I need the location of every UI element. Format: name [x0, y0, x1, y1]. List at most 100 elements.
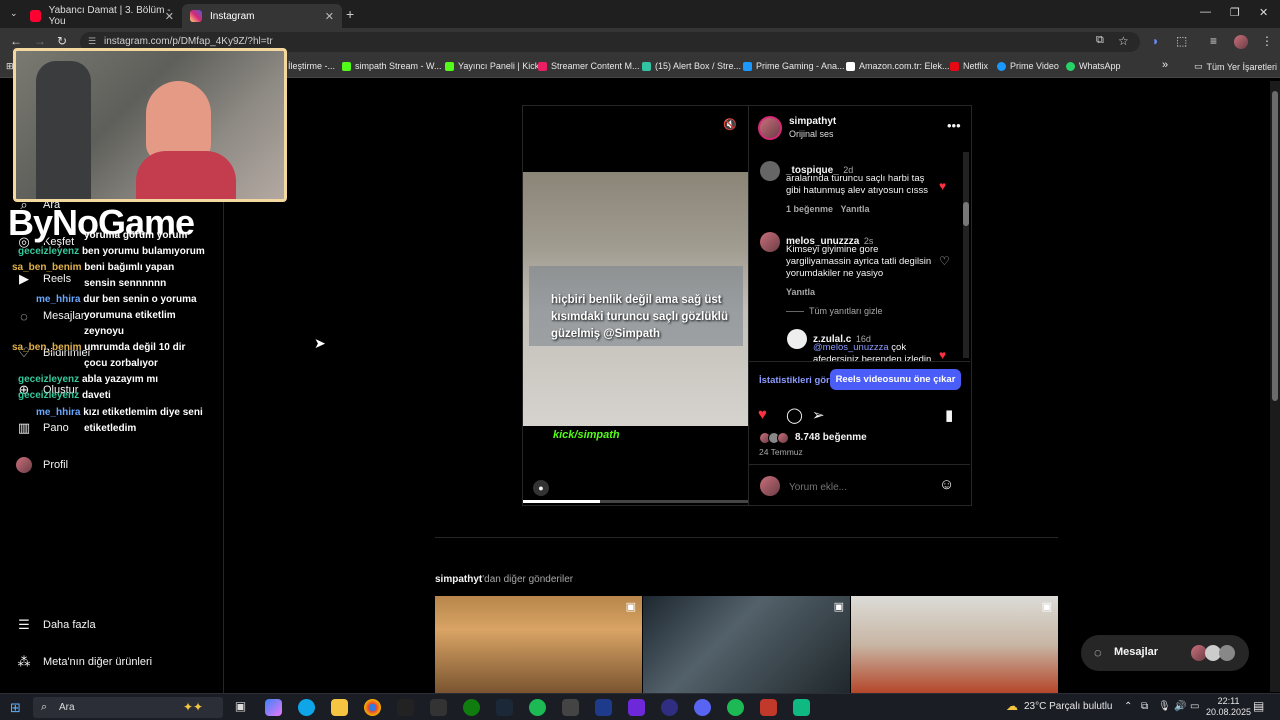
app-icon[interactable]	[793, 699, 810, 716]
bookmark-item[interactable]: Prime Gaming - Ana...	[743, 61, 845, 71]
bookmark-item[interactable]: Prime Video	[997, 61, 1059, 71]
post-thumbnail[interactable]: ▣	[643, 596, 850, 693]
audio-label[interactable]: Orijinal ses	[789, 129, 834, 139]
bookmark-item[interactable]: simpath Stream - W...	[342, 61, 442, 71]
tab-search-icon[interactable]: ⌄	[10, 8, 18, 19]
sidebar-item-reels[interactable]: ▶ Reels	[16, 271, 71, 287]
comment-avatar[interactable]	[760, 161, 780, 181]
forward-icon[interactable]: →	[34, 34, 46, 48]
windows-start-icon[interactable]: ⊞	[10, 700, 21, 716]
window-close-icon[interactable]: ✕	[1259, 6, 1268, 19]
author-avatar[interactable]	[758, 116, 782, 140]
comment-mention[interactable]: @melos_unuzzza	[813, 342, 889, 353]
likes-count[interactable]: 8.748 beğenme	[795, 432, 867, 443]
epic-games-icon[interactable]	[397, 699, 414, 716]
insights-link[interactable]: İstatistikleri gör	[759, 375, 830, 386]
bookmark-item[interactable]: Netflix	[950, 61, 988, 71]
comment-reply[interactable]: Yanıtla	[786, 287, 815, 297]
emoji-icon[interactable]: ☺	[939, 476, 954, 493]
bookmark-item[interactable]: Amazon.com.tr: Elek...	[846, 61, 950, 71]
tray-chevron-icon[interactable]: ⌃	[1124, 701, 1132, 712]
close-icon[interactable]: ✕	[165, 10, 174, 23]
bookmark-item[interactable]: WhatsApp	[1066, 61, 1121, 71]
more-posts-user[interactable]: simpathyt	[435, 574, 482, 585]
post-thumbnail[interactable]: ▣	[851, 596, 1058, 693]
app-icon[interactable]	[628, 699, 645, 716]
post-thumbnail[interactable]: ▣	[435, 596, 642, 693]
weather-text[interactable]: 23°C Parçalı bulutlu	[1024, 701, 1113, 712]
user-tag-icon[interactable]: ●	[533, 480, 549, 496]
site-info-icon[interactable]: ☰	[88, 36, 96, 47]
xbox-icon[interactable]	[463, 699, 480, 716]
clock[interactable]: 22:11 20.08.2025	[1206, 696, 1251, 718]
boost-reel-button[interactable]: Reels videosunu öne çıkar	[830, 369, 961, 390]
scrollbar-thumb[interactable]	[1272, 91, 1278, 401]
comment-avatar[interactable]	[787, 329, 807, 349]
discord-icon[interactable]	[694, 699, 711, 716]
muted-icon[interactable]: 🔇	[723, 118, 737, 131]
heart-filled-icon[interactable]: ♥	[939, 348, 946, 361]
bookmark-item[interactable]: Streamer Content M...	[538, 61, 640, 71]
speaker-icon[interactable]: 🔊	[1174, 701, 1186, 712]
extension-audio-icon[interactable]: ◗	[1152, 34, 1159, 48]
taskbar-search[interactable]: ⌕ Ara ✦✦	[33, 697, 223, 718]
reel-video[interactable]: 🔇 hiçbiri benlik değil ama sağ üst kısım…	[523, 106, 748, 505]
capcut-icon[interactable]	[562, 699, 579, 716]
sidebar-item-dashboard[interactable]: ▥ Pano	[16, 420, 69, 436]
restore-icon[interactable]: ❐	[1230, 6, 1240, 19]
bookmark-item[interactable]: Yayıncı Paneli | Kick	[445, 61, 539, 71]
chrome-icon[interactable]	[364, 699, 381, 716]
menu-icon[interactable]: ⋮	[1261, 34, 1273, 48]
amazon-games-icon[interactable]	[430, 699, 447, 716]
bookmark-item[interactable]: (15) Alert Box / Stre...	[642, 61, 741, 71]
new-tab-icon[interactable]: +	[346, 6, 354, 22]
spotify-icon[interactable]	[727, 699, 744, 716]
sidebar-item-profile[interactable]: Profil	[16, 457, 68, 473]
tab-instagram[interactable]: Instagram ✕	[182, 4, 342, 28]
app-icon[interactable]	[595, 699, 612, 716]
minimize-icon[interactable]: —	[1200, 6, 1211, 18]
task-view-icon[interactable]: ▣	[232, 699, 249, 716]
comments-scrollbar[interactable]	[963, 152, 969, 358]
heart-icon[interactable]: ♡	[939, 254, 950, 268]
hide-replies-button[interactable]: Tüm yanıtları gizle	[809, 306, 883, 316]
network-icon[interactable]: ▭	[1190, 701, 1199, 712]
messages-pill[interactable]: ◌ Mesajlar	[1081, 635, 1249, 671]
copilot-icon[interactable]	[265, 699, 282, 716]
steam-icon[interactable]	[496, 699, 513, 716]
bookmark-item[interactable]: İleştirme -...	[288, 61, 335, 71]
author-username[interactable]: simpathyt	[789, 116, 836, 127]
close-icon[interactable]: ✕	[325, 10, 334, 23]
comment-avatar[interactable]	[760, 232, 780, 252]
tab-youtube[interactable]: Yabancı Damat | 3. Bölüm - You ✕	[22, 4, 182, 28]
extensions-icon[interactable]: ⬚	[1176, 34, 1187, 48]
spotify-icon[interactable]	[529, 699, 546, 716]
weather-icon[interactable]: ☁	[1006, 699, 1018, 713]
reload-icon[interactable]: ↻	[57, 34, 67, 48]
heart-filled-icon[interactable]: ♥	[939, 179, 946, 193]
tray-icon[interactable]: ⧉	[1141, 701, 1148, 712]
bookmark-icon[interactable]: ▮	[945, 406, 953, 424]
app-icon[interactable]	[760, 699, 777, 716]
comment-icon[interactable]: ◯	[786, 406, 803, 424]
comment-reply[interactable]: Yanıtla	[841, 204, 870, 214]
notifications-icon[interactable]: ▤	[1253, 699, 1264, 713]
sidebar-item-meta[interactable]: ⁂ Meta'nın diğer ürünleri	[16, 654, 153, 670]
comment-likes[interactable]: 1 beğenme	[786, 204, 833, 214]
liker-avatars[interactable]	[759, 432, 789, 444]
microphone-icon[interactable]: 🎙	[1158, 701, 1171, 712]
obs-icon[interactable]	[661, 699, 678, 716]
video-progress[interactable]	[523, 500, 748, 503]
share-icon[interactable]: ➢	[812, 406, 825, 424]
comment-input[interactable]	[789, 479, 929, 495]
page-scrollbar[interactable]	[1270, 81, 1280, 692]
sidebar-item-messages[interactable]: ◌ Mesajlar	[16, 308, 84, 324]
more-bookmarks-icon[interactable]: »	[1162, 59, 1168, 71]
back-icon[interactable]: ←	[10, 34, 22, 48]
sidebar-item-more[interactable]: ☰ Daha fazla	[16, 617, 95, 633]
scrollbar-thumb[interactable]	[963, 202, 969, 226]
media-icon[interactable]: ≡	[1210, 34, 1217, 48]
all-bookmarks[interactable]: ▭ Tüm Yer İşaretleri	[1194, 61, 1277, 72]
install-icon[interactable]: ⧉	[1096, 34, 1104, 47]
like-icon[interactable]: ♥	[758, 406, 767, 423]
